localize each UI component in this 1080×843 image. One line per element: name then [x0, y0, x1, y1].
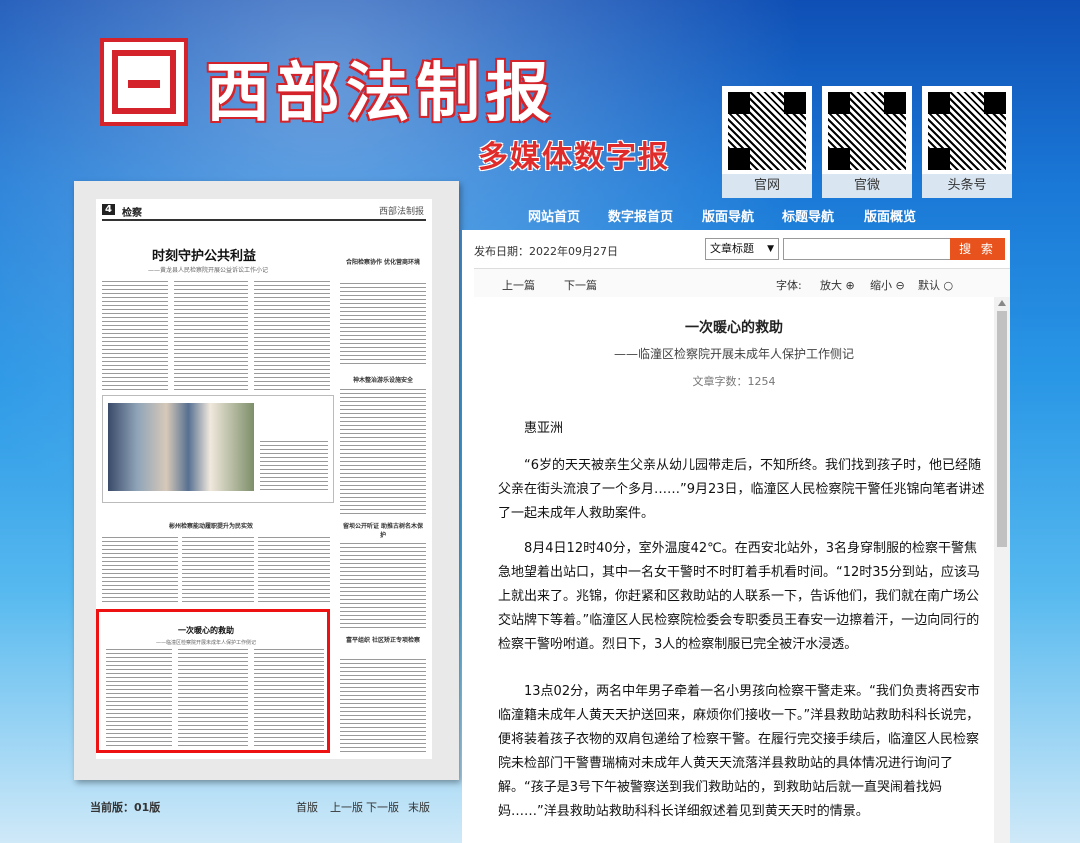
- qr-label: 官网: [722, 174, 812, 198]
- minus-circle-icon: ⊖: [895, 279, 905, 292]
- article-content: 一次暖心的救助 ——临潼区检察院开展未成年人保护工作侧记 文章字数：1254 惠…: [474, 297, 994, 843]
- scrollbar-thumb[interactable]: [997, 311, 1007, 547]
- zoom-in-label: 放大: [820, 279, 842, 292]
- text-block: [258, 537, 330, 603]
- qr-toutiao[interactable]: 头条号: [922, 86, 1012, 198]
- prev-article-link[interactable]: 上一篇: [502, 277, 535, 293]
- search-button[interactable]: 搜 索: [950, 238, 1005, 260]
- newspaper-page-frame: 4 检察 西部法制报 时刻守护公共利益 ——黄龙县人民检察院开展公益诉讼工作小记…: [74, 181, 459, 780]
- chevron-down-icon: ▼: [767, 244, 774, 254]
- meta-bar: 发布日期：2022年09月27日 文章标题 ▼ 搜 索: [462, 230, 1010, 266]
- text-block: [340, 389, 426, 517]
- first-page-link[interactable]: 首版: [296, 799, 318, 815]
- text-block: [340, 543, 426, 629]
- prev-page-link[interactable]: 上一版: [330, 799, 363, 815]
- text-block: [260, 441, 328, 491]
- side-head[interactable]: 富平组织 社区矫正专项检察: [340, 635, 426, 644]
- zoom-out-label: 缩小: [870, 279, 892, 292]
- article-author: 惠亚洲: [524, 421, 564, 436]
- search-input[interactable]: [783, 238, 951, 260]
- scroll-up-icon[interactable]: [998, 300, 1006, 306]
- text-block: [106, 649, 172, 747]
- article-subtitle: ——临潼区检察院开展未成年人保护工作侧记: [613, 347, 854, 361]
- current-edition: 当前版：01版: [90, 801, 161, 814]
- article-paragraph: 13点02分，两名中年男子牵着一名小男孩向检察干警走来。“我们负责将西安市临潼籍…: [498, 684, 980, 819]
- site-subtitle: 多媒体数字报: [478, 140, 670, 175]
- last-page-link[interactable]: 末版: [408, 799, 430, 815]
- qr-label: 官微: [822, 174, 912, 198]
- text-block: [254, 649, 324, 747]
- zoom-out-button[interactable]: 缩小 ⊖: [870, 277, 905, 293]
- selected-article-title: 一次暖心的救助: [178, 626, 234, 635]
- zoom-in-button[interactable]: 放大 ⊕: [820, 277, 855, 293]
- side-head[interactable]: 留坝公开听证 助推古树名木保护: [340, 521, 426, 539]
- lead-article-title[interactable]: 时刻守护公共利益: [152, 245, 256, 264]
- side-head[interactable]: 合阳检察协作 优化营商环境: [340, 257, 426, 266]
- article-word-count: 文章字数：1254: [692, 375, 776, 388]
- text-block: [174, 281, 248, 391]
- page-section: 检察: [122, 208, 142, 219]
- article-panel: 发布日期：2022年09月27日 文章标题 ▼ 搜 索 上一篇 下一篇 字体: …: [462, 230, 1010, 843]
- text-block: [178, 649, 248, 747]
- circle-icon: ○: [943, 279, 954, 292]
- article-paragraph: 8月4日12时40分，室外温度42℃。在西安北站外，3名身穿制服的检察干警焦急地…: [498, 541, 980, 652]
- news-photo: [108, 403, 254, 491]
- page-number: 4: [102, 204, 115, 215]
- selected-article-subtitle: ——临潼区检察院开展未成年人保护工作侧记: [156, 640, 257, 646]
- next-page-link[interactable]: 下一版: [366, 799, 399, 815]
- plus-circle-icon: ⊕: [845, 279, 855, 292]
- qr-official-site[interactable]: 官网: [722, 86, 812, 198]
- nav-page-nav[interactable]: 版面导航: [702, 206, 754, 225]
- qr-code-icon: [728, 92, 806, 170]
- main-nav: 网站首页 数字报首页 版面导航 标题导航 版面概览: [462, 199, 1010, 229]
- article-paragraph: “6岁的天天被亲生父亲从幼儿园带走后，不知所终。我们找到孩子时，他已经随父亲在街…: [498, 458, 985, 521]
- nav-title-nav[interactable]: 标题导航: [782, 206, 834, 225]
- page-header: 4 检察 西部法制报: [102, 203, 426, 221]
- text-block: [340, 659, 426, 753]
- side-head[interactable]: 彬州检察能动履职提升为民实效: [136, 521, 286, 530]
- text-block: [182, 537, 254, 603]
- font-label: 字体:: [776, 279, 802, 292]
- newspaper-logo: [100, 38, 188, 126]
- default-size-button[interactable]: 默认 ○: [918, 277, 953, 293]
- site-title: 西部法制报: [206, 56, 556, 131]
- article-scrollbar[interactable]: [994, 297, 1010, 843]
- qr-label: 头条号: [922, 174, 1012, 198]
- qr-official-weibo[interactable]: 官微: [822, 86, 912, 198]
- text-block: [102, 537, 178, 603]
- text-block: [340, 283, 426, 367]
- newspaper-page[interactable]: 4 检察 西部法制报 时刻守护公共利益 ——黄龙县人民检察院开展公益诉讼工作小记…: [96, 199, 432, 759]
- lead-article-subtitle: ——黄龙县人民检察院开展公益诉讼工作小记: [148, 267, 269, 274]
- qr-code-icon: [828, 92, 906, 170]
- nav-site-home[interactable]: 网站首页: [528, 206, 580, 225]
- search-field-select[interactable]: 文章标题 ▼: [705, 238, 779, 260]
- nav-page-overview[interactable]: 版面概览: [864, 206, 916, 225]
- page-masthead: 西部法制报: [378, 207, 424, 217]
- article-title: 一次暖心的救助: [685, 320, 783, 336]
- default-size-label: 默认: [918, 279, 940, 292]
- side-head[interactable]: 神木整治游乐设施安全: [340, 375, 426, 384]
- nav-digital-home[interactable]: 数字报首页: [608, 206, 673, 225]
- search-field-value: 文章标题: [710, 242, 754, 255]
- text-block: [102, 281, 168, 391]
- next-article-link[interactable]: 下一篇: [564, 277, 597, 293]
- publish-date: 发布日期：2022年09月27日: [474, 245, 618, 258]
- article-toolbar: 上一篇 下一篇 字体: 放大 ⊕ 缩小 ⊖ 默认 ○: [474, 268, 1010, 298]
- qr-code-icon: [928, 92, 1006, 170]
- text-block: [254, 281, 330, 391]
